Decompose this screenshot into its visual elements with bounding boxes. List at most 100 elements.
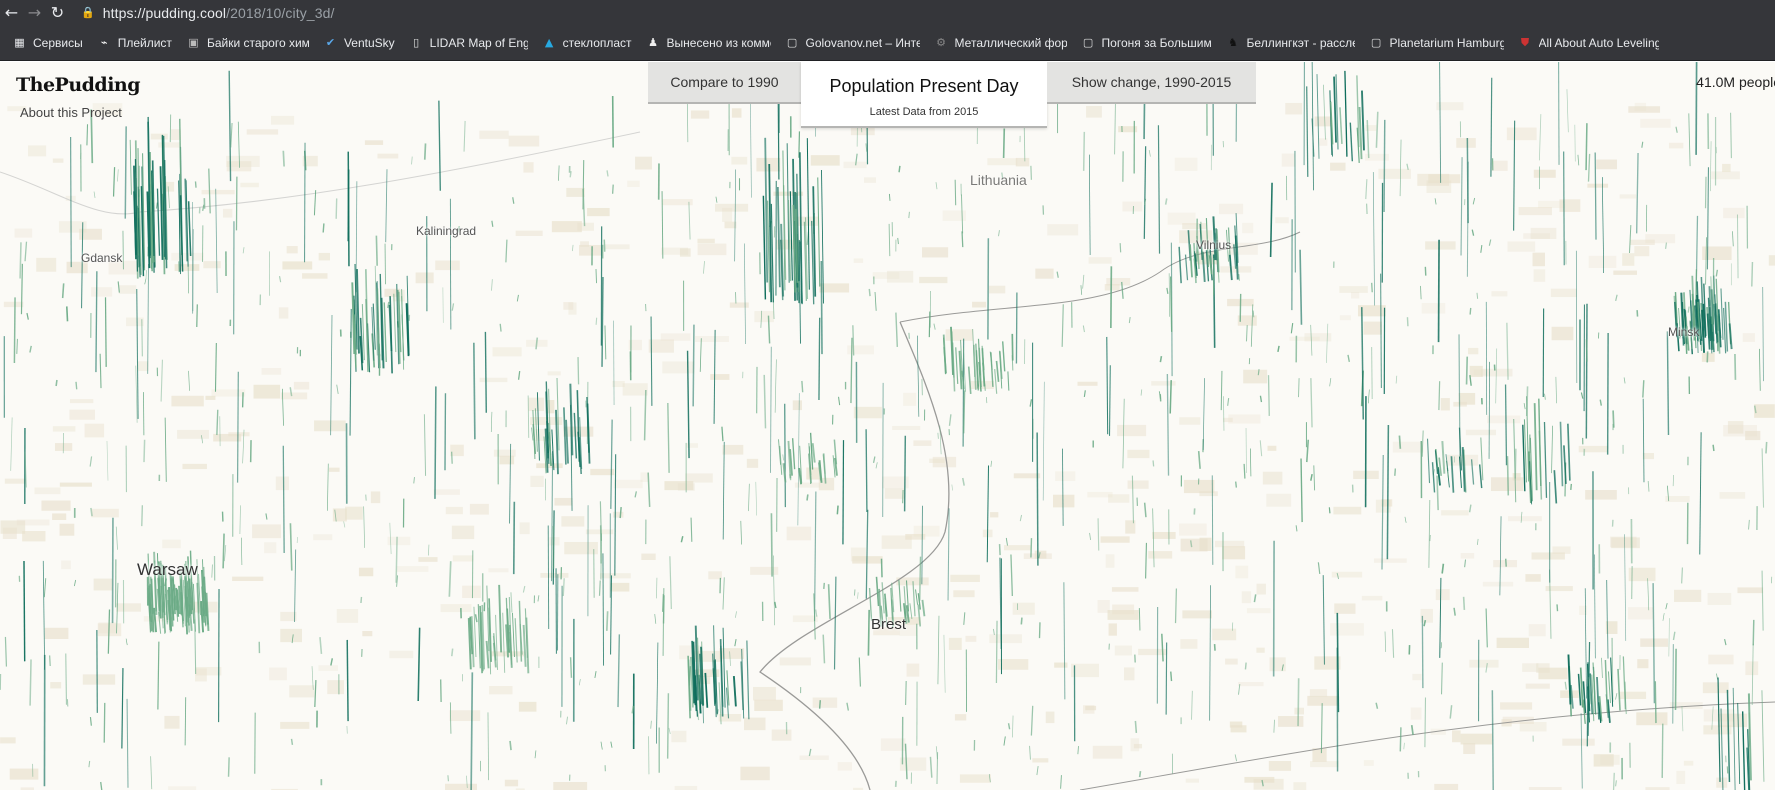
bookmark-fiberglass[interactable]: ▲ стеклопласт <box>536 29 638 57</box>
ground-patch <box>82 674 116 685</box>
population-spike <box>1197 451 1201 469</box>
tab-show-change[interactable]: Show change, 1990-2015 <box>1047 62 1256 104</box>
about-link[interactable]: About this Project <box>20 105 122 120</box>
population-spike <box>1358 106 1363 160</box>
ground-patch <box>1737 587 1764 594</box>
population-spike <box>1209 585 1211 721</box>
population-spike <box>1587 153 1591 182</box>
ground-patch <box>1536 663 1550 673</box>
population-spike <box>449 702 452 734</box>
ground-patch <box>1491 291 1508 297</box>
ground-patch <box>872 272 900 279</box>
population-spike <box>112 167 116 197</box>
ground-patch <box>1167 212 1196 225</box>
population-spike <box>818 317 821 401</box>
bookmark-chemist[interactable]: ▣Байки старого химика <box>180 29 315 57</box>
population-spike <box>1372 172 1375 306</box>
population-spike <box>563 407 567 465</box>
address-bar[interactable]: https://pudding.cool/2018/10/city_3d/ <box>103 5 335 21</box>
ground-patch <box>9 768 39 780</box>
population-spike <box>586 396 590 453</box>
site-logo[interactable]: ThePudding <box>16 74 141 96</box>
population-spike <box>115 526 118 550</box>
ground-patch <box>1533 269 1546 282</box>
ground-patch <box>786 526 812 541</box>
population-spike <box>1398 435 1402 449</box>
bookmark-ventusky[interactable]: ✔ VentuSky <box>317 29 401 57</box>
reload-icon[interactable]: ↻ <box>46 0 69 25</box>
population-spike <box>215 188 218 294</box>
ground-patch <box>1435 589 1450 601</box>
tab-present-day[interactable]: Population Present Day Latest Data from … <box>801 62 1047 128</box>
population-spike <box>1361 90 1365 151</box>
population-spike <box>242 247 245 254</box>
population-spike <box>1652 583 1656 704</box>
ground-patch <box>1708 654 1734 665</box>
population-spike <box>428 544 430 556</box>
back-arrow-icon[interactable]: ← <box>0 0 23 25</box>
population-spike <box>282 150 285 167</box>
population-spike <box>1300 458 1303 523</box>
ground-patch <box>336 608 359 623</box>
population-spike <box>1666 331 1670 436</box>
population-spike <box>1189 244 1193 278</box>
ground-patch <box>1578 445 1608 453</box>
bookmark-pursuit[interactable]: ▢ Погоня за Большим <box>1075 29 1218 57</box>
population-spike <box>1220 370 1223 411</box>
ground-patch <box>270 115 295 125</box>
population-spike <box>1089 154 1091 255</box>
bookmark-auto-leveling[interactable]: ⛊ All About Auto Leveling <box>1512 29 1665 57</box>
bookmark-services[interactable]: ▦ Сервисы <box>6 29 89 57</box>
population-spike <box>990 460 992 467</box>
bookmark-bellingcat[interactable]: ♞Беллингкэт - расследования <box>1220 29 1361 57</box>
population-spike <box>1606 579 1609 659</box>
bookmark-lidar[interactable]: ▯LIDAR Map of England <box>403 29 534 57</box>
ground-patch <box>1683 760 1694 766</box>
population-spike <box>470 616 475 668</box>
ground-patch <box>1460 553 1475 559</box>
population-spike <box>93 191 96 199</box>
population-spike <box>598 580 601 596</box>
population-spike <box>577 431 581 468</box>
population-spike <box>1585 303 1588 439</box>
tab-compare-1990[interactable]: Compare to 1990 <box>648 62 801 104</box>
population-spike <box>147 263 149 374</box>
ground-patch <box>59 523 75 536</box>
browser-toolbar: ← → ↻ 🔒 https://pudding.cool/2018/10/cit… <box>0 0 1775 25</box>
bookmark-golovanov[interactable]: ▢Golovanov.net – Интернет <box>779 29 926 57</box>
bookmark-comments[interactable]: ♟Вынесено из комментариев <box>640 29 777 57</box>
population-3d-map[interactable] <box>0 62 1775 790</box>
population-spike <box>1476 538 1479 546</box>
population-spike <box>61 283 65 299</box>
population-spike <box>289 523 293 571</box>
bookmark-playlist[interactable]: ⌁ Плейлист <box>91 29 178 57</box>
population-spike <box>143 439 146 463</box>
population-spike <box>1559 421 1564 487</box>
population-spike <box>1259 440 1263 457</box>
ground-patch <box>919 276 948 284</box>
population-spike <box>1316 74 1320 159</box>
population-spike <box>537 595 540 602</box>
ground-patch <box>1123 667 1135 681</box>
forward-arrow-icon[interactable]: → <box>23 0 46 25</box>
ground-patch <box>1334 603 1356 614</box>
ground-patch <box>641 553 656 561</box>
population-spike <box>558 165 560 181</box>
bookmark-metal-forum[interactable]: ⚙Металлический форум <box>928 29 1073 57</box>
ground-patch <box>164 715 180 729</box>
population-spike <box>667 403 670 473</box>
ground-patch <box>1331 571 1363 578</box>
ground-patch <box>577 222 594 231</box>
ground-patch <box>1277 716 1304 727</box>
ground-patch <box>1426 180 1452 193</box>
ground-patch <box>269 667 287 681</box>
population-spike <box>144 278 147 285</box>
ground-patch <box>22 531 46 542</box>
population-spike <box>129 139 132 195</box>
ground-patch <box>171 395 204 407</box>
population-spike <box>1420 285 1422 300</box>
ground-patch <box>1318 138 1328 146</box>
bookmark-planetarium[interactable]: ▢ Planetarium Hamburg <box>1363 29 1510 57</box>
population-spike <box>1506 456 1510 496</box>
population-spike <box>898 165 901 173</box>
